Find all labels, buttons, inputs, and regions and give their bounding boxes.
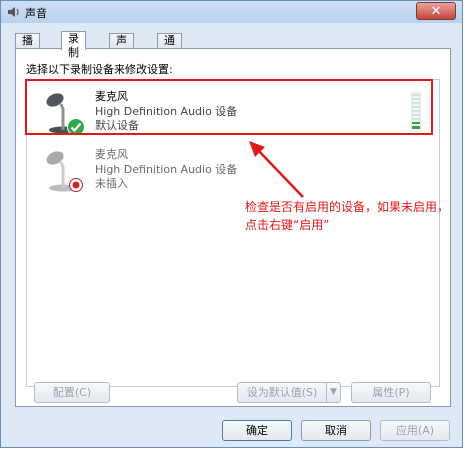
- properties-button[interactable]: 属性(P): [351, 382, 431, 403]
- device-name: 麦克风: [95, 148, 128, 161]
- tab-recording[interactable]: 录制: [61, 31, 86, 59]
- close-button[interactable]: ✕: [416, 2, 456, 20]
- title-bar[interactable]: 声音 ✕: [1, 1, 462, 23]
- tab-sounds[interactable]: 声音: [109, 33, 134, 61]
- set-default-button[interactable]: 设为默认值(S): [237, 382, 327, 403]
- sound-dialog: 声音 ✕ 播放 录制 声音 通信 选择以下录制设备来修改设置: 麦克风: [0, 0, 463, 448]
- cancel-button[interactable]: 取消: [301, 420, 371, 441]
- instruction-label: 选择以下录制设备来修改设置:: [26, 63, 173, 76]
- ok-button[interactable]: 确定: [222, 420, 292, 441]
- tab-communications[interactable]: 通信: [157, 33, 182, 61]
- annotation-highlight-box: [25, 79, 433, 135]
- device-status: 未插入: [95, 177, 128, 190]
- speaker-icon: [8, 7, 19, 17]
- annotation-arrow-icon: [249, 141, 304, 198]
- window-title: 声音: [25, 7, 47, 20]
- device-item-unplugged-microphone[interactable]: 麦克风 High Definition Audio 设备 未插入: [31, 142, 435, 196]
- set-default-dropdown-icon[interactable]: ▼: [326, 382, 341, 403]
- unplugged-icon: [69, 178, 83, 192]
- annotation-text: 检查是否有启用的设备，如果未启用，点击右键“启用”: [245, 200, 450, 232]
- tab-playback[interactable]: 播放: [15, 33, 40, 61]
- apply-button[interactable]: 应用(A): [380, 420, 450, 441]
- configure-button[interactable]: 配置(C): [34, 382, 110, 403]
